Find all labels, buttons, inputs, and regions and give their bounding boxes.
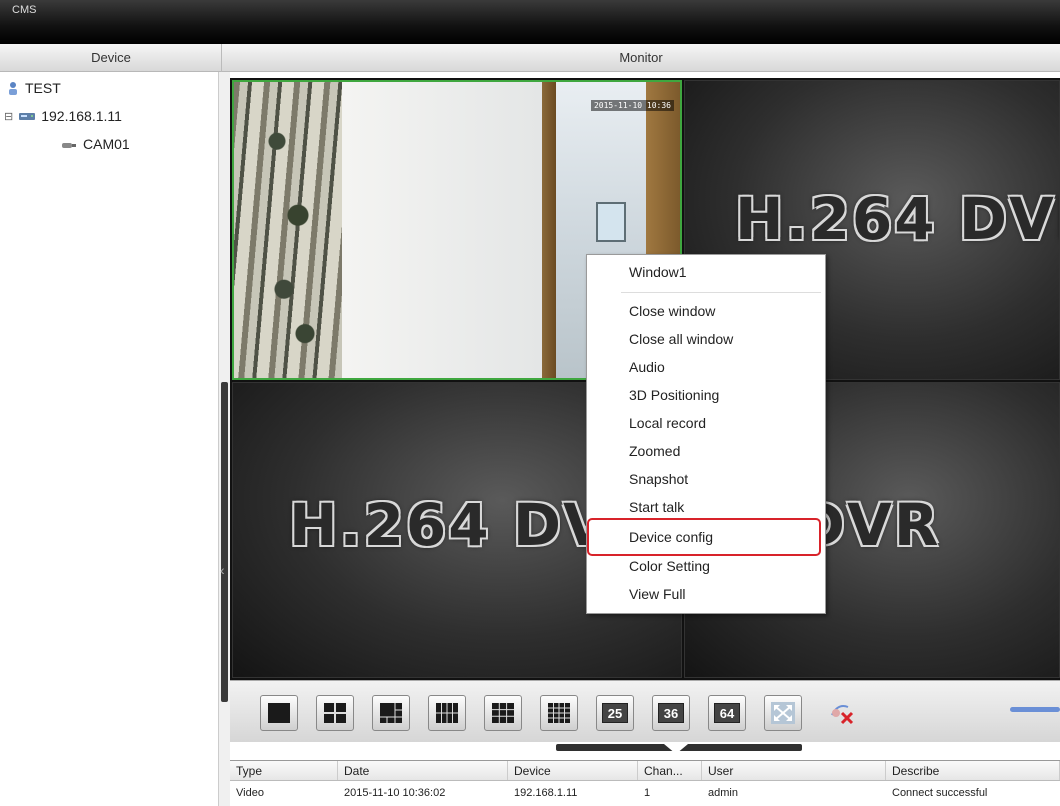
- menu-item-snapshot[interactable]: Snapshot: [629, 466, 688, 492]
- splitter-grip[interactable]: [221, 382, 228, 702]
- single-window-icon: [268, 703, 290, 723]
- layout-16-button[interactable]: [540, 695, 578, 731]
- dvr-device-icon: [19, 113, 36, 120]
- collapse-arrow-icon[interactable]: ‹: [220, 560, 230, 580]
- six-window-icon: [380, 703, 402, 723]
- layout-6-button[interactable]: [372, 695, 410, 731]
- device-config-highlight-box: [587, 518, 821, 556]
- layout-64-label: 64: [714, 703, 740, 723]
- cell-date: 2015-11-10 10:36:02: [344, 787, 446, 799]
- menu-item-start-talk[interactable]: Start talk: [629, 494, 684, 520]
- device-tree: TEST ⊟ 192.168.1.11 CAM01: [0, 72, 218, 806]
- menu-item-color-setting[interactable]: Color Setting: [629, 553, 710, 579]
- cell-type: Video: [236, 787, 264, 799]
- menu-item-window1: Window1: [629, 264, 687, 280]
- cell-describe: Connect successful: [892, 787, 988, 799]
- layout-8-button[interactable]: [428, 695, 466, 731]
- table-row[interactable]: Video 2015-11-10 10:36:02 192.168.1.11 1…: [230, 783, 1060, 803]
- layout-4-button[interactable]: [316, 695, 354, 731]
- layout-25-label: 25: [602, 703, 628, 723]
- log-header-row: Type Date Device Chan... User Describe: [230, 761, 1060, 781]
- app-title: CMS: [12, 4, 37, 16]
- eight-window-icon: [436, 703, 458, 723]
- device-panel-header: Device: [91, 50, 131, 65]
- menu-item-close-all-window[interactable]: Close all window: [629, 326, 733, 352]
- column-header-type[interactable]: Type: [230, 761, 338, 780]
- tree-node-device[interactable]: ⊟ 192.168.1.11: [4, 108, 122, 124]
- layout-25-button[interactable]: 25: [596, 695, 634, 731]
- collapse-toggle-icon[interactable]: ⊟: [4, 110, 13, 123]
- quad-window-icon: [324, 703, 346, 723]
- cell-device: 192.168.1.11: [514, 787, 578, 799]
- camera-osd-timestamp: 2015-11-10 10:36: [590, 100, 674, 111]
- menu-item-local-record[interactable]: Local record: [629, 410, 706, 436]
- panel-header-row: Device Monitor: [0, 44, 1060, 72]
- layout-64-button[interactable]: 64: [708, 695, 746, 731]
- panel-toggle-bar[interactable]: [556, 744, 802, 754]
- menu-item-3d-positioning[interactable]: 3D Positioning: [629, 382, 719, 408]
- cell-channel: 1: [644, 787, 651, 799]
- layout-36-button[interactable]: 36: [652, 695, 690, 731]
- menu-item-zoomed[interactable]: Zoomed: [629, 438, 680, 464]
- event-log-table: Type Date Device Chan... User Describe V…: [230, 760, 1060, 806]
- layout-toolbar: 25 36 64: [230, 680, 1060, 742]
- title-bar: CMS: [0, 0, 1060, 44]
- menu-item-audio[interactable]: Audio: [629, 354, 665, 380]
- column-header-user[interactable]: User: [702, 761, 886, 780]
- cell-user: admin: [708, 787, 738, 799]
- chevron-down-icon[interactable]: [664, 744, 688, 754]
- menu-item-view-full[interactable]: View Full: [629, 581, 686, 607]
- menu-divider: [621, 292, 821, 293]
- tree-node-test[interactable]: TEST: [6, 80, 61, 96]
- tree-node-label: CAM01: [83, 136, 130, 152]
- tree-node-label: TEST: [25, 80, 61, 96]
- tree-node-label: 192.168.1.11: [41, 108, 122, 124]
- layout-9-button[interactable]: [484, 695, 522, 731]
- dvr-watermark: H.264 DVR: [735, 185, 1059, 253]
- menu-item-close-window[interactable]: Close window: [629, 298, 715, 324]
- fullscreen-button[interactable]: [764, 695, 802, 731]
- volume-slider[interactable]: [1010, 707, 1060, 712]
- context-menu: Window1 Close window Close all window Au…: [586, 254, 826, 614]
- disconnect-all-icon[interactable]: [828, 699, 858, 727]
- tree-node-camera[interactable]: CAM01: [60, 136, 130, 152]
- monitor-panel-header: Monitor: [619, 50, 663, 65]
- column-header-device[interactable]: Device: [508, 761, 638, 780]
- fullscreen-icon: [771, 702, 795, 724]
- sixteen-window-icon: [548, 703, 570, 723]
- column-header-describe[interactable]: Describe: [886, 761, 1060, 780]
- column-header-channel[interactable]: Chan...: [638, 761, 702, 780]
- panel-splitter[interactable]: ‹: [218, 72, 230, 806]
- camera-icon: [62, 143, 76, 148]
- group-icon: [9, 82, 17, 95]
- column-header-date[interactable]: Date: [338, 761, 508, 780]
- layout-1-button[interactable]: [260, 695, 298, 731]
- layout-36-label: 36: [658, 703, 684, 723]
- nine-window-icon: [492, 703, 514, 723]
